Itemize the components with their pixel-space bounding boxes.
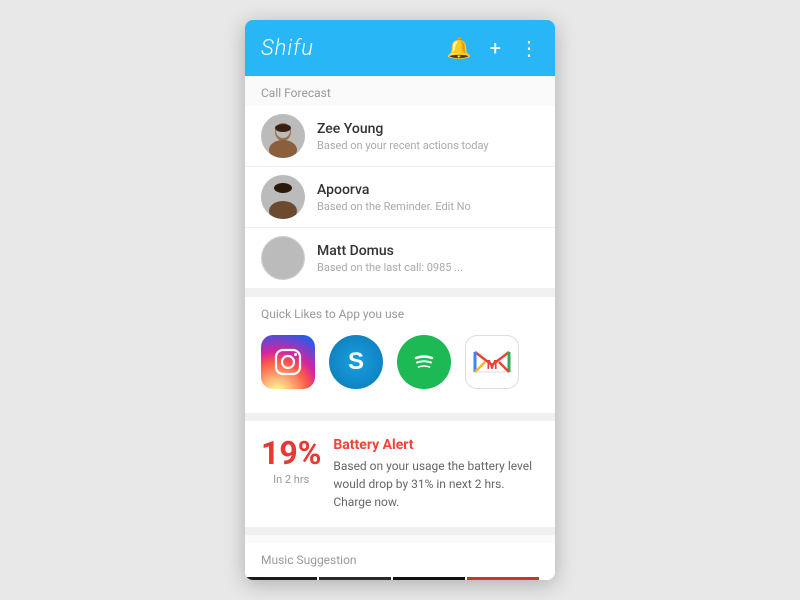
add-icon[interactable]: + bbox=[490, 36, 501, 60]
notification-icon[interactable]: 🔔 bbox=[447, 36, 472, 60]
battery-info: Battery Alert Based on your usage the ba… bbox=[333, 437, 539, 511]
contact-name: Zee Young bbox=[317, 121, 489, 137]
divider bbox=[245, 413, 555, 421]
album-thumb[interactable] bbox=[319, 577, 391, 580]
battery-time: In 2 hrs bbox=[273, 473, 309, 486]
app-icon-shazam[interactable]: S bbox=[329, 335, 383, 389]
battery-percentage-block: 19% In 2 hrs bbox=[261, 437, 321, 486]
album2-art bbox=[319, 577, 391, 580]
album4-art: OLD TIME POTTERY CAN'T STOP MYSELF bbox=[467, 577, 539, 580]
album3-art bbox=[393, 577, 465, 580]
header-actions: 🔔 + ⋮ bbox=[447, 36, 539, 60]
battery-title: Battery Alert bbox=[333, 437, 539, 453]
avatar-zee-svg bbox=[261, 114, 305, 158]
quick-likes-label: Quick Likes to App you use bbox=[245, 297, 555, 327]
avatar bbox=[261, 236, 305, 280]
album-thumb[interactable] bbox=[393, 577, 465, 580]
contact-info: Zee Young Based on your recent actions t… bbox=[317, 121, 489, 152]
spotify-icon bbox=[408, 346, 440, 378]
battery-desc: Based on your usage the battery level wo… bbox=[333, 457, 539, 511]
music-suggestion-label: Music Suggestion bbox=[245, 543, 555, 573]
call-forecast-label: Call Forecast bbox=[245, 76, 555, 106]
app-icon-spotify[interactable] bbox=[397, 335, 451, 389]
svg-text:S: S bbox=[348, 348, 364, 375]
app-icon-instagram[interactable] bbox=[261, 335, 315, 389]
avatar bbox=[261, 114, 305, 158]
svg-text:M: M bbox=[487, 357, 498, 372]
list-item[interactable]: Apoorva Based on the Reminder. Edit No bbox=[245, 167, 555, 228]
music-albums-row: Joji bbox=[245, 573, 555, 580]
contact-name: Matt Domus bbox=[317, 243, 463, 259]
divider bbox=[245, 289, 555, 297]
instagram-icon bbox=[272, 346, 304, 378]
avatar-matt-svg bbox=[262, 236, 304, 280]
phone-frame: Shifu 🔔 + ⋮ Call Forecast bbox=[245, 20, 555, 580]
battery-percent: 19% bbox=[261, 437, 321, 469]
contact-info: Apoorva Based on the Reminder. Edit No bbox=[317, 182, 471, 213]
album-thumb[interactable]: OLD TIME POTTERY CAN'T STOP MYSELF bbox=[467, 577, 539, 580]
more-icon[interactable]: ⋮ bbox=[519, 36, 539, 60]
list-item[interactable]: Zee Young Based on your recent actions t… bbox=[245, 106, 555, 167]
quick-likes-section: Quick Likes to App you use S bbox=[245, 297, 555, 413]
album-thumb[interactable]: Joji bbox=[245, 577, 317, 580]
shazam-icon: S bbox=[339, 345, 373, 379]
main-content: Call Forecast Zee Young Based on your re… bbox=[245, 76, 555, 580]
contact-info: Matt Domus Based on the last call: 0985 … bbox=[317, 243, 463, 274]
contact-sub: Based on the Reminder. Edit No bbox=[317, 200, 471, 213]
music-section: Music Suggestion Joji bbox=[245, 543, 555, 580]
album1-art: Joji bbox=[245, 577, 317, 580]
avatar-apoorva-svg bbox=[261, 175, 305, 219]
app-icon-gmail[interactable]: M bbox=[465, 335, 519, 389]
app-icons-row: S bbox=[245, 327, 555, 397]
contact-name: Apoorva bbox=[317, 182, 471, 198]
app-header: Shifu 🔔 + ⋮ bbox=[245, 20, 555, 76]
contact-sub: Based on your recent actions today bbox=[317, 139, 489, 152]
gmail-icon: M bbox=[473, 348, 511, 376]
list-item[interactable]: Matt Domus Based on the last call: 0985 … bbox=[245, 228, 555, 289]
call-forecast-section: Call Forecast Zee Young Based on your re… bbox=[245, 76, 555, 289]
battery-alert-section: 19% In 2 hrs Battery Alert Based on your… bbox=[245, 421, 555, 527]
divider bbox=[245, 527, 555, 535]
app-logo: Shifu bbox=[261, 36, 447, 61]
avatar bbox=[261, 175, 305, 219]
contact-sub: Based on the last call: 0985 ... bbox=[317, 261, 463, 274]
